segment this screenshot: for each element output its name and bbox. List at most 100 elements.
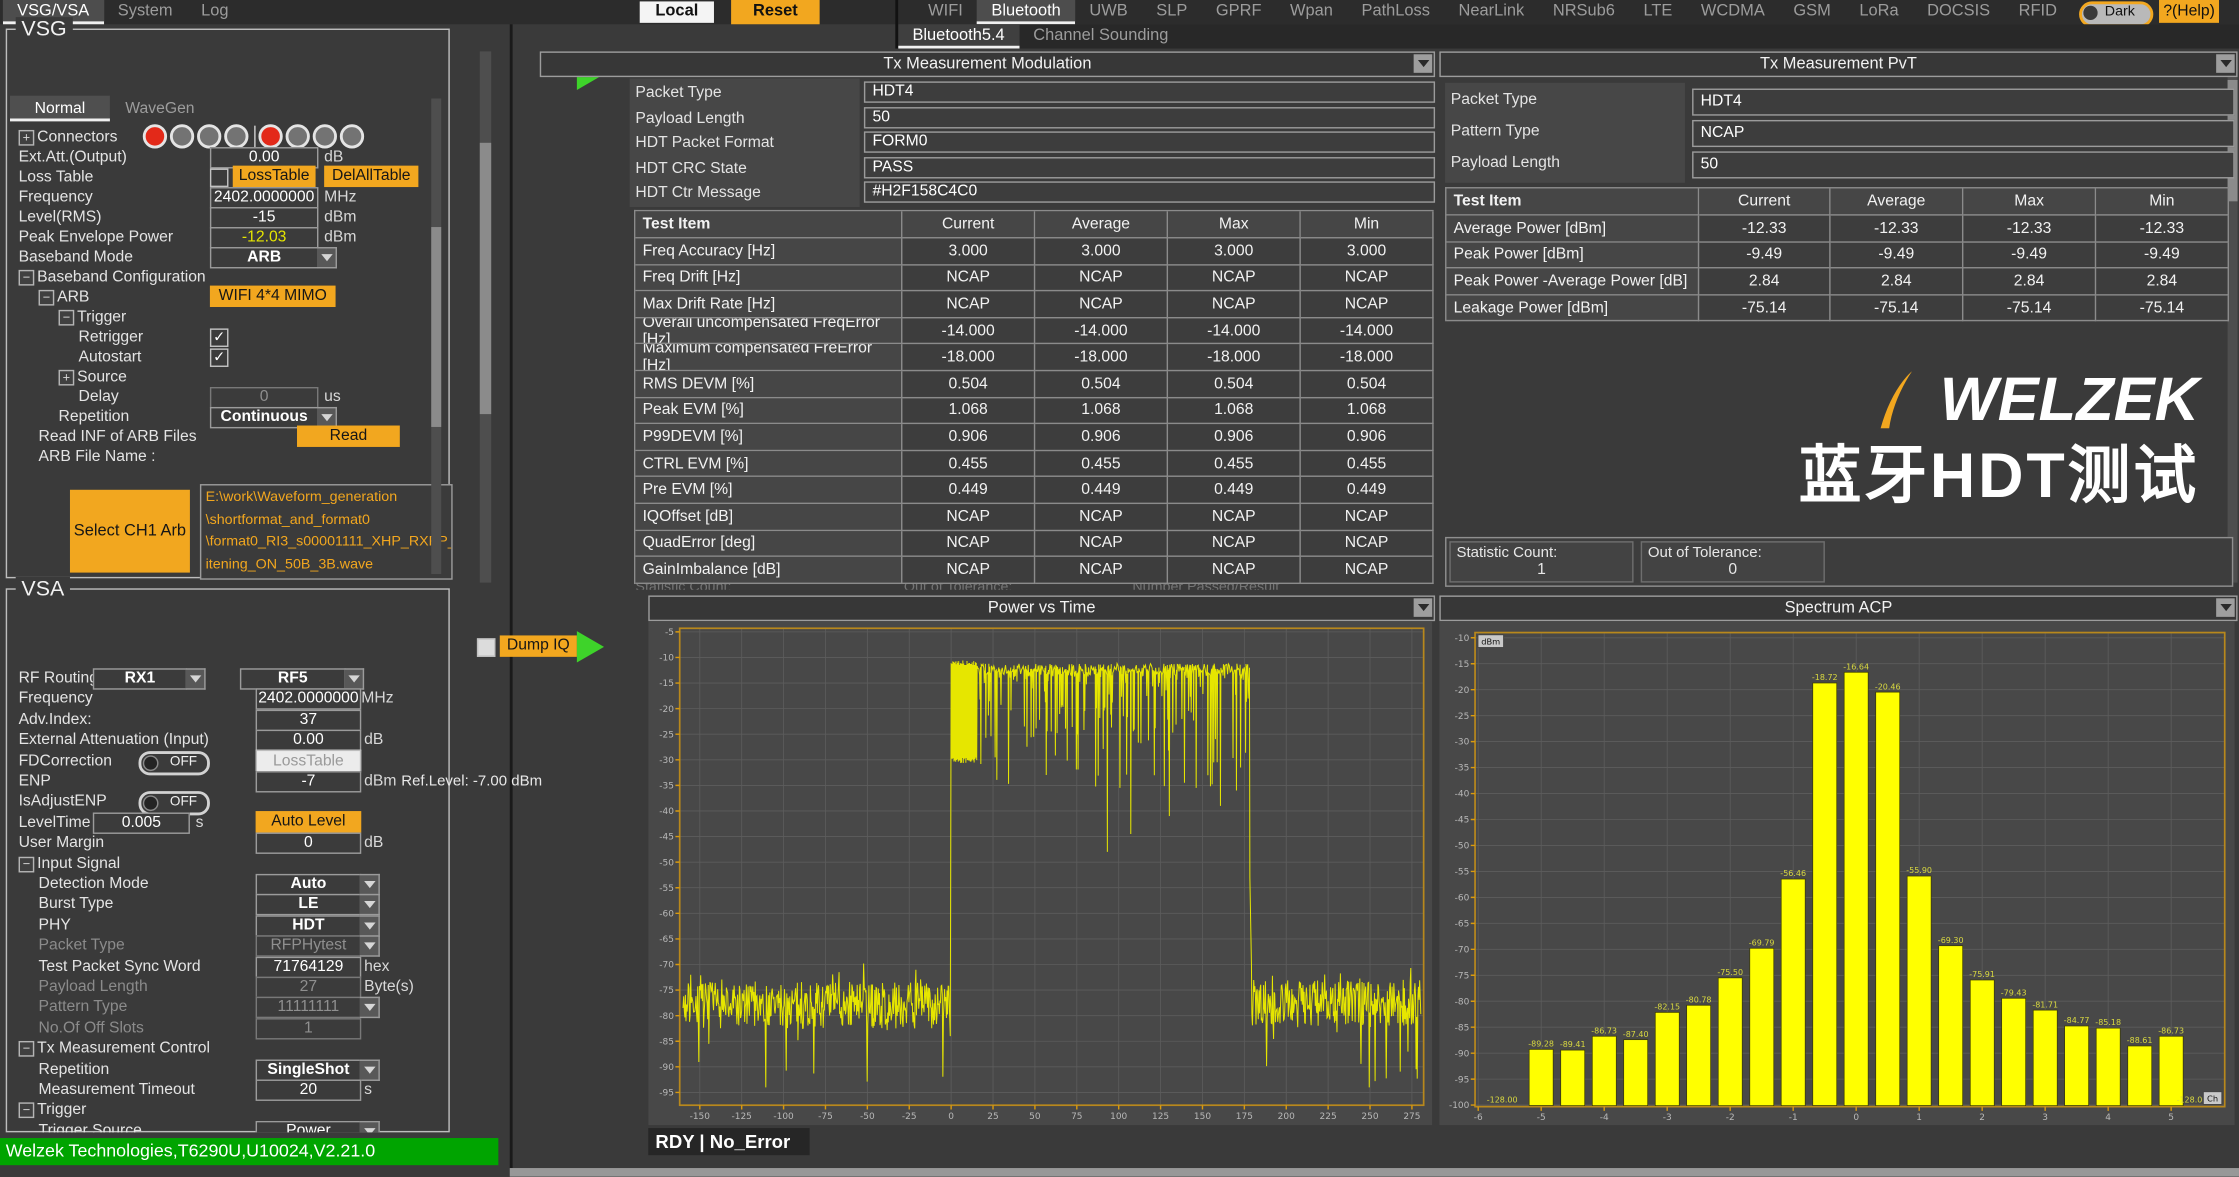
modfield-value-packet-type[interactable]: HDT4 — [864, 81, 1435, 102]
menu-tab-nearlink[interactable]: NearLink — [1444, 0, 1538, 24]
modulation-panel-header[interactable]: Tx Measurement Modulation — [540, 51, 1435, 77]
collapse-icon[interactable]: − — [19, 1041, 35, 1057]
dropdown-arrow-icon[interactable] — [360, 915, 380, 936]
no-of-off-slots-input[interactable]: 1 — [256, 1018, 362, 1039]
test-packet-sync-word-input[interactable]: 71764129 — [256, 956, 362, 977]
dump-iq-checkbox[interactable] — [477, 638, 496, 657]
connector-7-led[interactable] — [313, 124, 337, 148]
dropdown-arrow-icon[interactable] — [360, 1121, 380, 1132]
dropdown-arrow-icon[interactable] — [317, 247, 337, 268]
menu-tab-wpan[interactable]: Wpan — [1276, 0, 1347, 24]
level-rms-input[interactable]: -15 — [210, 207, 319, 228]
dropdown-arrow-icon[interactable] — [360, 936, 380, 957]
delalltable-button[interactable]: DelAllTable — [324, 166, 418, 187]
sub-tab-bluetooth5-4[interactable]: Bluetooth5.4 — [898, 24, 1019, 48]
expand-icon[interactable]: + — [19, 130, 35, 146]
dropdown-arrow-icon[interactable] — [360, 894, 380, 915]
vsg-scrollbar[interactable] — [431, 99, 441, 575]
menu-tab-slp[interactable]: SLP — [1142, 0, 1202, 24]
frequency-input[interactable]: 2402.0000000 — [210, 187, 319, 208]
packet-type-input[interactable]: RFPHytest — [256, 936, 362, 957]
power-vs-time-header[interactable]: Power vs Time — [648, 595, 1435, 621]
dropdown-arrow-icon[interactable] — [360, 997, 380, 1018]
menu-tab-lora[interactable]: LoRa — [1845, 0, 1913, 24]
autostart-checkbox[interactable]: ✓ — [210, 348, 229, 367]
help-button[interactable]: ?(Help) — [2159, 0, 2219, 23]
loss-table-checkbox[interactable] — [210, 168, 229, 187]
retrigger-checkbox[interactable]: ✓ — [210, 328, 229, 347]
menu-tab-pathloss[interactable]: PathLoss — [1347, 0, 1444, 24]
losstable-button[interactable]: LossTable — [256, 749, 362, 772]
connector-8-led[interactable] — [340, 124, 364, 148]
expand-icon[interactable]: + — [59, 370, 75, 386]
menu-tab-wifi[interactable]: WIFI — [914, 0, 977, 24]
rf-routing-select-1[interactable]: RX1 — [93, 668, 187, 689]
modfield-value-hdt-crc-state[interactable]: PASS — [864, 157, 1435, 178]
chevron-down-icon[interactable] — [1414, 54, 1433, 73]
detection-mode-input[interactable]: Auto — [256, 874, 362, 895]
collapse-icon[interactable]: − — [39, 290, 55, 306]
delay-input[interactable]: 0 — [210, 387, 319, 408]
enp-input[interactable]: -7 — [256, 771, 362, 792]
collapse-icon[interactable]: − — [59, 310, 75, 326]
dropdown-arrow-icon[interactable] — [186, 668, 206, 689]
vsa-run-button[interactable] — [577, 631, 604, 662]
repetition-input[interactable]: SingleShot — [256, 1059, 362, 1080]
chevron-down-icon[interactable] — [1414, 598, 1433, 617]
modfield-value-hdt-ctr-message[interactable]: #H2F158C4C0 — [864, 182, 1435, 203]
spectrum-acp-header[interactable]: Spectrum ACP — [1439, 595, 2237, 621]
baseband-mode-input[interactable]: ARB — [210, 247, 319, 268]
vsg-scrollbar-thumb[interactable] — [431, 227, 441, 427]
pvtfield-value-payload-length[interactable]: 50 — [1692, 151, 2235, 178]
modfield-value-hdt-packet-format[interactable]: FORM0 — [864, 132, 1435, 153]
menu-tab-nrsub6[interactable]: NRSub6 — [1539, 0, 1630, 24]
connector-2-led[interactable] — [170, 124, 194, 148]
read-button[interactable]: Read — [297, 426, 400, 447]
connector-6-led[interactable] — [286, 124, 310, 148]
menu-tab-log[interactable]: Log — [187, 0, 243, 24]
menu-tab-uwb[interactable]: UWB — [1075, 0, 1142, 24]
center-scrollbar[interactable] — [480, 51, 491, 582]
arb-file-path[interactable]: E:\work\Waveform_generation\shortformat_… — [200, 484, 453, 580]
peak-envelope-power-input[interactable]: -12.03 — [210, 227, 319, 248]
menu-tab-lte[interactable]: LTE — [1629, 0, 1686, 24]
rf-routing-select-2[interactable]: RF5 — [240, 668, 346, 689]
pvtfield-value-pattern-type[interactable]: NCAP — [1692, 120, 2235, 147]
measurement-timeout-input[interactable]: 20 — [256, 1080, 362, 1101]
menu-tab-gsm[interactable]: GSM — [1779, 0, 1845, 24]
trigger-source-input[interactable]: Power — [256, 1121, 362, 1132]
frequency-input[interactable]: 2402.0000000 — [256, 689, 362, 710]
connector-1-led[interactable] — [143, 124, 167, 148]
connector-5-led[interactable] — [258, 124, 282, 148]
collapse-icon[interactable]: − — [19, 1103, 35, 1119]
collapse-icon[interactable]: − — [19, 856, 35, 872]
pvt-panel-header[interactable]: Tx Measurement PvT — [1439, 51, 2237, 77]
pattern-type-input[interactable]: 11111111 — [256, 997, 362, 1018]
menu-tab-wcdma[interactable]: WCDMA — [1687, 0, 1779, 24]
reset-button[interactable]: Reset — [731, 0, 820, 24]
auto-level-button[interactable]: Auto Level — [256, 811, 362, 832]
payload-length-input[interactable]: 27 — [256, 977, 362, 998]
burst-type-input[interactable]: LE — [256, 894, 362, 915]
dark-mode-toggle[interactable]: Dark — [2079, 1, 2153, 27]
connector-4-led[interactable] — [224, 124, 248, 148]
phy-input[interactable]: HDT — [256, 915, 362, 936]
leveltime-input[interactable]: 0.005 — [93, 812, 190, 833]
user-margin-input[interactable]: 0 — [256, 833, 362, 854]
dropdown-arrow-icon[interactable] — [360, 874, 380, 895]
collapse-icon[interactable]: − — [19, 270, 35, 286]
adv-index-input[interactable]: 37 — [256, 709, 362, 730]
modfield-value-payload-length[interactable]: 50 — [864, 107, 1435, 128]
menu-tab-docsis[interactable]: DOCSIS — [1913, 0, 2005, 24]
dropdown-arrow-icon[interactable] — [344, 668, 364, 689]
sub-tab-channel-sounding[interactable]: Channel Sounding — [1019, 24, 1183, 48]
local-button[interactable]: Local — [640, 1, 714, 22]
vsg-tab-wavegen[interactable]: WaveGen — [110, 96, 210, 122]
vsg-tab-normal[interactable]: Normal — [10, 96, 110, 122]
wifi-4-4-mimo-button[interactable]: WIFI 4*4 MIMO — [210, 286, 336, 307]
menu-tab-bluetooth[interactable]: Bluetooth — [977, 0, 1075, 24]
menu-tab-rfid[interactable]: RFID — [2004, 0, 2071, 24]
pvtfield-value-packet-type[interactable]: HDT4 — [1692, 89, 2235, 116]
center-scrollbar-thumb[interactable] — [480, 143, 491, 414]
select-ch1-arb-button[interactable]: Select CH1 Arb — [70, 490, 190, 573]
